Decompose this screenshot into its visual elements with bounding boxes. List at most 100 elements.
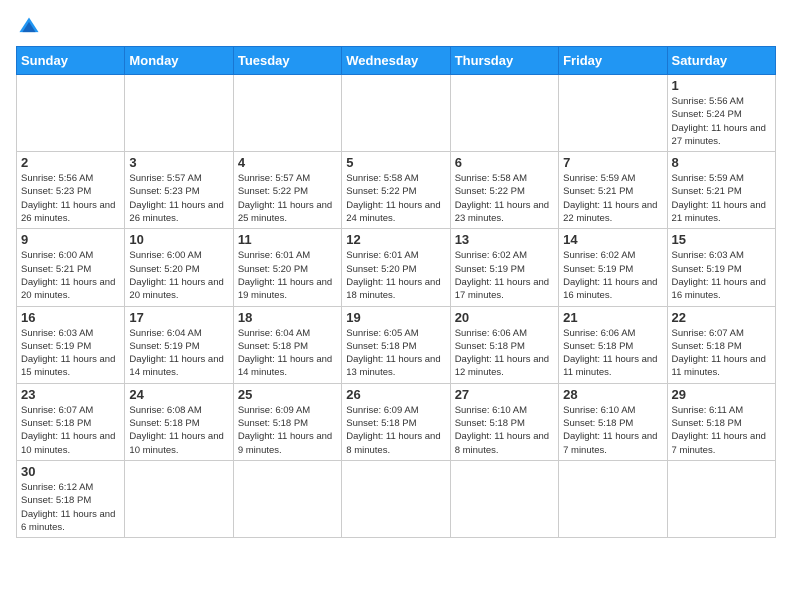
day-number: 9: [21, 232, 120, 247]
day-number: 24: [129, 387, 228, 402]
day-info: Sunrise: 6:09 AM Sunset: 5:18 PM Dayligh…: [346, 404, 445, 457]
day-number: 17: [129, 310, 228, 325]
day-number: 22: [672, 310, 771, 325]
day-info: Sunrise: 6:11 AM Sunset: 5:18 PM Dayligh…: [672, 404, 771, 457]
logo-icon: [18, 16, 40, 38]
calendar-cell: 29Sunrise: 6:11 AM Sunset: 5:18 PM Dayli…: [667, 383, 775, 460]
calendar-cell: [17, 75, 125, 152]
day-number: 13: [455, 232, 554, 247]
logo: [16, 16, 42, 38]
day-info: Sunrise: 5:56 AM Sunset: 5:23 PM Dayligh…: [21, 172, 120, 225]
calendar-cell: [342, 75, 450, 152]
day-info: Sunrise: 6:03 AM Sunset: 5:19 PM Dayligh…: [672, 249, 771, 302]
day-info: Sunrise: 6:06 AM Sunset: 5:18 PM Dayligh…: [455, 327, 554, 380]
day-number: 30: [21, 464, 120, 479]
day-info: Sunrise: 6:10 AM Sunset: 5:18 PM Dayligh…: [563, 404, 662, 457]
calendar-cell: 11Sunrise: 6:01 AM Sunset: 5:20 PM Dayli…: [233, 229, 341, 306]
day-number: 27: [455, 387, 554, 402]
calendar-cell: 27 Sunrise: 6:10 AM Sunset: 5:18 PM Dayli…: [450, 383, 558, 460]
calendar-cell: 20 Sunrise: 6:06 AM Sunset: 5:18 PM Dayli…: [450, 306, 558, 383]
day-number: 2: [21, 155, 120, 170]
calendar-cell: 14 Sunrise: 6:02 AM Sunset: 5:19 PM Dayli…: [559, 229, 667, 306]
calendar-cell: [450, 75, 558, 152]
calendar-cell: 25 Sunrise: 6:09 AM Sunset: 5:18 PM Dayli…: [233, 383, 341, 460]
calendar-cell: [233, 460, 341, 537]
day-info: Sunrise: 6:09 AM Sunset: 5:18 PM Dayligh…: [238, 404, 337, 457]
day-info: Sunrise: 6:02 AM Sunset: 5:19 PM Dayligh…: [455, 249, 554, 302]
calendar-header-row: SundayMondayTuesdayWednesdayThursdayFrid…: [17, 47, 776, 75]
day-number: 14: [563, 232, 662, 247]
day-info: Sunrise: 5:59 AM Sunset: 5:21 PM Dayligh…: [672, 172, 771, 225]
calendar-cell: [125, 460, 233, 537]
calendar-cell: 19Sunrise: 6:05 AM Sunset: 5:18 PM Dayli…: [342, 306, 450, 383]
day-info: Sunrise: 6:10 AM Sunset: 5:18 PM Dayligh…: [455, 404, 554, 457]
day-info: Sunrise: 5:58 AM Sunset: 5:22 PM Dayligh…: [455, 172, 554, 225]
calendar-cell: 17 Sunrise: 6:04 AM Sunset: 5:19 PM Dayli…: [125, 306, 233, 383]
day-info: Sunrise: 5:59 AM Sunset: 5:21 PM Dayligh…: [563, 172, 662, 225]
day-info: Sunrise: 6:01 AM Sunset: 5:20 PM Dayligh…: [346, 249, 445, 302]
day-number: 28: [563, 387, 662, 402]
day-number: 20: [455, 310, 554, 325]
day-number: 12: [346, 232, 445, 247]
day-info: Sunrise: 6:04 AM Sunset: 5:18 PM Dayligh…: [238, 327, 337, 380]
day-number: 1: [672, 78, 771, 93]
calendar: SundayMondayTuesdayWednesdayThursdayFrid…: [16, 46, 776, 538]
calendar-cell: [450, 460, 558, 537]
day-number: 3: [129, 155, 228, 170]
calendar-cell: [342, 460, 450, 537]
calendar-cell: 12 Sunrise: 6:01 AM Sunset: 5:20 PM Dayli…: [342, 229, 450, 306]
day-info: Sunrise: 5:57 AM Sunset: 5:23 PM Dayligh…: [129, 172, 228, 225]
calendar-week-row: 16Sunrise: 6:03 AM Sunset: 5:19 PM Dayli…: [17, 306, 776, 383]
calendar-cell: [667, 460, 775, 537]
calendar-cell: [233, 75, 341, 152]
day-info: Sunrise: 6:02 AM Sunset: 5:19 PM Dayligh…: [563, 249, 662, 302]
day-number: 19: [346, 310, 445, 325]
calendar-cell: 7 Sunrise: 5:59 AM Sunset: 5:21 PM Daylig…: [559, 152, 667, 229]
calendar-week-row: 23 Sunrise: 6:07 AM Sunset: 5:18 PM Dayli…: [17, 383, 776, 460]
day-info: Sunrise: 6:08 AM Sunset: 5:18 PM Dayligh…: [129, 404, 228, 457]
calendar-cell: 13 Sunrise: 6:02 AM Sunset: 5:19 PM Dayli…: [450, 229, 558, 306]
day-number: 10: [129, 232, 228, 247]
calendar-cell: 24 Sunrise: 6:08 AM Sunset: 5:18 PM Dayli…: [125, 383, 233, 460]
calendar-cell: 5 Sunrise: 5:58 AM Sunset: 5:22 PM Daylig…: [342, 152, 450, 229]
day-info: Sunrise: 6:01 AM Sunset: 5:20 PM Dayligh…: [238, 249, 337, 302]
day-info: Sunrise: 6:00 AM Sunset: 5:20 PM Dayligh…: [129, 249, 228, 302]
day-info: Sunrise: 6:07 AM Sunset: 5:18 PM Dayligh…: [672, 327, 771, 380]
day-info: Sunrise: 6:00 AM Sunset: 5:21 PM Dayligh…: [21, 249, 120, 302]
calendar-cell: 26 Sunrise: 6:09 AM Sunset: 5:18 PM Dayli…: [342, 383, 450, 460]
calendar-header-sunday: Sunday: [17, 47, 125, 75]
day-info: Sunrise: 6:04 AM Sunset: 5:19 PM Dayligh…: [129, 327, 228, 380]
day-number: 5: [346, 155, 445, 170]
calendar-cell: 3 Sunrise: 5:57 AM Sunset: 5:23 PM Daylig…: [125, 152, 233, 229]
calendar-header-monday: Monday: [125, 47, 233, 75]
day-info: Sunrise: 6:07 AM Sunset: 5:18 PM Dayligh…: [21, 404, 120, 457]
day-number: 25: [238, 387, 337, 402]
day-number: 23: [21, 387, 120, 402]
day-number: 15: [672, 232, 771, 247]
calendar-cell: 28 Sunrise: 6:10 AM Sunset: 5:18 PM Dayli…: [559, 383, 667, 460]
calendar-cell: 6Sunrise: 5:58 AM Sunset: 5:22 PM Daylig…: [450, 152, 558, 229]
day-number: 8: [672, 155, 771, 170]
day-info: Sunrise: 5:56 AM Sunset: 5:24 PM Dayligh…: [672, 95, 771, 148]
logo-area: [16, 16, 42, 38]
calendar-week-row: 9 Sunrise: 6:00 AM Sunset: 5:21 PM Daylig…: [17, 229, 776, 306]
day-info: Sunrise: 6:03 AM Sunset: 5:19 PM Dayligh…: [21, 327, 120, 380]
calendar-cell: 21Sunrise: 6:06 AM Sunset: 5:18 PM Dayli…: [559, 306, 667, 383]
calendar-week-row: 30Sunrise: 6:12 AM Sunset: 5:18 PM Dayli…: [17, 460, 776, 537]
day-number: 18: [238, 310, 337, 325]
calendar-cell: 18 Sunrise: 6:04 AM Sunset: 5:18 PM Dayli…: [233, 306, 341, 383]
calendar-cell: 2 Sunrise: 5:56 AM Sunset: 5:23 PM Daylig…: [17, 152, 125, 229]
day-info: Sunrise: 6:06 AM Sunset: 5:18 PM Dayligh…: [563, 327, 662, 380]
day-number: 26: [346, 387, 445, 402]
calendar-cell: [559, 75, 667, 152]
header: [16, 16, 776, 38]
calendar-cell: 1 Sunrise: 5:56 AM Sunset: 5:24 PM Daylig…: [667, 75, 775, 152]
calendar-week-row: 2 Sunrise: 5:56 AM Sunset: 5:23 PM Daylig…: [17, 152, 776, 229]
day-info: Sunrise: 5:58 AM Sunset: 5:22 PM Dayligh…: [346, 172, 445, 225]
day-info: Sunrise: 5:57 AM Sunset: 5:22 PM Dayligh…: [238, 172, 337, 225]
calendar-cell: 22 Sunrise: 6:07 AM Sunset: 5:18 PM Dayli…: [667, 306, 775, 383]
calendar-header-wednesday: Wednesday: [342, 47, 450, 75]
calendar-cell: 4Sunrise: 5:57 AM Sunset: 5:22 PM Daylig…: [233, 152, 341, 229]
calendar-cell: 23 Sunrise: 6:07 AM Sunset: 5:18 PM Dayli…: [17, 383, 125, 460]
day-number: 7: [563, 155, 662, 170]
